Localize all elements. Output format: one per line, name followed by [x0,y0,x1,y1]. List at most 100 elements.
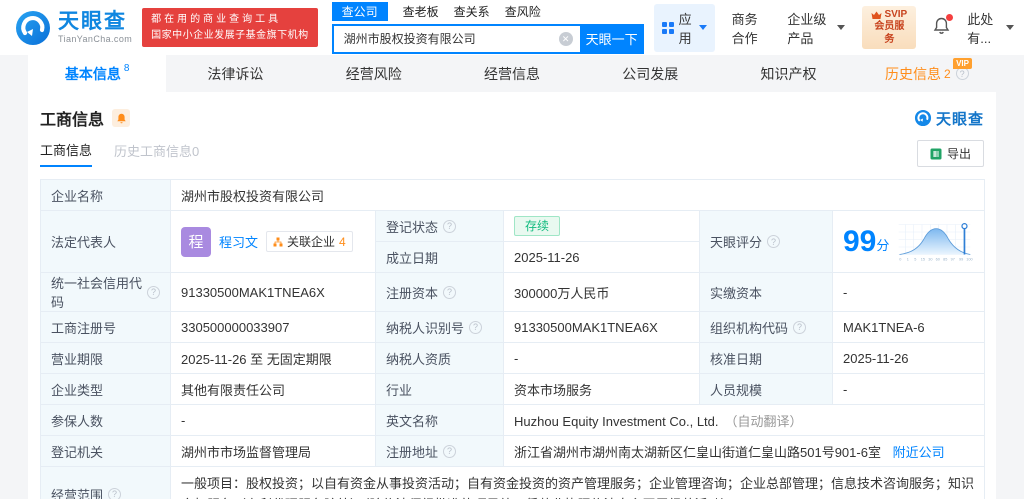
coop-label: 商务合作 [731,11,758,46]
legal-rep-label: 法定代表人 [40,210,171,273]
account-menu[interactable]: 此处有... [967,9,1014,47]
business-term-value: 2025-11-26 至 无固定期限 [170,342,376,374]
related-companies-badge[interactable]: 关联企业 4 [266,231,353,252]
svip-line1: SVIP [884,8,908,20]
logo-domain: TianYanCha.com [58,34,133,44]
apps-menu[interactable]: 应用 [653,3,715,52]
staff-size-label: 人员规模 [699,373,833,405]
help-icon[interactable]: ? [443,219,457,233]
org-code-label: 组织机构代码 ? [699,311,833,343]
tab-label: 经营信息 [483,65,540,82]
table-row: 统一社会信用代码 ? 91330500MAK1TNEA6X 注册资本 ? 300… [40,272,986,312]
search-tab-relation[interactable]: 查关系 [454,2,490,21]
clear-icon[interactable]: ✕ [558,31,573,46]
table-row: 法定代表人 程 程习文 关联企业 4 登记状态 ? 存续 天眼评分 ? 99 分… [40,210,986,273]
apps-grid-icon [661,21,674,34]
svg-text:100: 100 [967,257,973,261]
score-cell: 99 分 0 1 5 15 30 60 85 97 99 100 [831,210,986,273]
tianyancha-logo[interactable]: 天眼查 TianYanCha.com [14,9,132,47]
svg-text:5: 5 [915,257,917,261]
banner-line1: 都在用的商业查询工具 [151,14,282,25]
notification-dot [946,14,954,21]
tab-label: 经营风险 [345,65,402,82]
promo-banner: 都在用的商业查询工具 国家中小企业发展子基金旗下机构 [142,8,318,47]
staff-size-value: - [831,373,986,405]
legal-rep-cell: 程 程习文 关联企业 4 [170,210,376,273]
nearby-companies-link[interactable]: 附近公司 [893,445,945,460]
menu-business-coop[interactable]: 商务合作 [732,9,771,47]
announcement-chip[interactable] [112,109,131,127]
score-distribution-chart: 0 1 5 15 30 60 85 97 99 100 [899,222,973,261]
tab-count: 2 [943,66,951,81]
score-label: 天眼评分 ? [699,210,833,273]
company-type-value: 其他有限责任公司 [170,373,376,405]
account-label: 此处有... [967,11,994,46]
industry-label: 行业 [375,373,504,405]
company-nav-tabs: 基本信息 8 法律诉讼 经营风险 经营信息 公司发展 知识产权 VIP 历史信息… [0,55,1024,92]
approval-date-label: 核准日期 [699,342,833,374]
tab-company-development[interactable]: 公司发展 [581,55,719,92]
svip-line2: 会员服务 [874,21,905,45]
score-axis-labels: 0 1 5 15 30 60 85 97 99 100 [900,257,973,261]
table-row: 企业名称 湖州市股权投资有限公司 [40,179,986,211]
logo-text: 天眼查 [58,10,127,33]
tab-legal-proceedings[interactable]: 法律诉讼 [166,55,304,92]
subtab-history-business-info[interactable]: 历史工商信息0 [114,141,199,166]
credit-code-label: 统一社会信用代码 ? [40,272,171,312]
help-icon[interactable]: ? [469,320,483,334]
tab-intellectual-property[interactable]: 知识产权 [719,55,857,92]
help-icon[interactable]: ? [108,487,122,499]
legal-rep-name-link[interactable]: 程习文 [219,232,258,251]
alarm-bell-icon [116,113,126,123]
svg-text:30: 30 [929,257,933,261]
taxpayer-id-label: 纳税人识别号 ? [375,311,504,343]
svip-badge[interactable]: SVIP 会员服务 [862,5,917,50]
related-label: 关联企业 [287,235,336,249]
tab-operating-risk[interactable]: 经营风险 [305,55,443,92]
english-name-label: 英文名称 [375,404,504,436]
tab-label: 法律诉讼 [207,65,264,82]
help-icon[interactable]: ? [443,285,457,299]
company-type-label: 企业类型 [40,373,171,405]
table-row: 登记机关 湖州市市场监督管理局 注册地址 ? 浙江省湖州市湖州南太湖新区仁皇山街… [40,435,986,467]
export-button[interactable]: 导出 [916,140,984,167]
tab-basic-info[interactable]: 基本信息 8 [28,55,167,92]
legal-rep-avatar[interactable]: 程 [181,226,211,257]
export-excel-icon [930,148,942,159]
credit-code-value: 91330500MAK1TNEA6X [170,272,376,312]
help-icon[interactable]: ? [443,444,457,458]
tab-operating-info[interactable]: 经营信息 [443,55,581,92]
help-icon[interactable]: ? [793,320,807,334]
top-header: 天眼查 TianYanCha.com 都在用的商业查询工具 国家中小企业发展子基… [0,0,1024,55]
reg-authority-value: 湖州市市场监督管理局 [170,435,376,467]
reg-capital-value: 300000万人民币 [503,272,700,312]
help-icon[interactable]: ? [147,285,160,299]
tab-history-info[interactable]: VIP 历史信息 2 ? [858,55,996,92]
search-input[interactable] [331,23,580,54]
search-tabs: 查公司 查老板 查关系 查风险 [331,1,644,21]
table-row: 工商注册号 330500000033907 纳税人识别号 ? 91330500M… [40,311,986,343]
reg-number-value: 330500000033907 [170,311,376,343]
svg-text:85: 85 [944,257,948,261]
business-scope-value: 一般项目：股权投资；以自有资金从事投资活动；自有资金投资的资产管理服务；企业管理… [169,466,986,499]
tab-label: 知识产权 [760,65,817,82]
menu-enterprise-products[interactable]: 企业级产品 [787,9,846,47]
table-row: 经营范围 ? 一般项目：股权投资；以自有资金从事投资活动；自有资金投资的资产管理… [40,466,986,499]
notifications-bell[interactable] [933,14,954,38]
score-unit: 分 [876,237,890,253]
taxpayer-quality-label: 纳税人资质 [375,342,504,374]
reg-authority-label: 登记机关 [40,435,171,467]
svg-text:0: 0 [900,257,902,261]
search-tab-boss[interactable]: 查老板 [403,2,439,21]
reg-capital-label: 注册资本 ? [375,272,504,312]
svg-text:1: 1 [907,257,909,261]
subtab-business-info[interactable]: 工商信息 [40,140,93,167]
search-button[interactable]: 天眼一下 [579,23,644,54]
table-row: 企业类型 其他有限责任公司 行业 资本市场服务 人员规模 - [40,373,986,405]
apps-label: 应用 [678,11,692,46]
search-tab-company[interactable]: 查公司 [331,1,388,21]
taxpayer-quality-value: - [503,342,700,374]
search-tab-risk[interactable]: 查风险 [505,2,541,21]
watermark-logo-icon [914,109,932,127]
help-icon[interactable]: ? [767,235,781,248]
